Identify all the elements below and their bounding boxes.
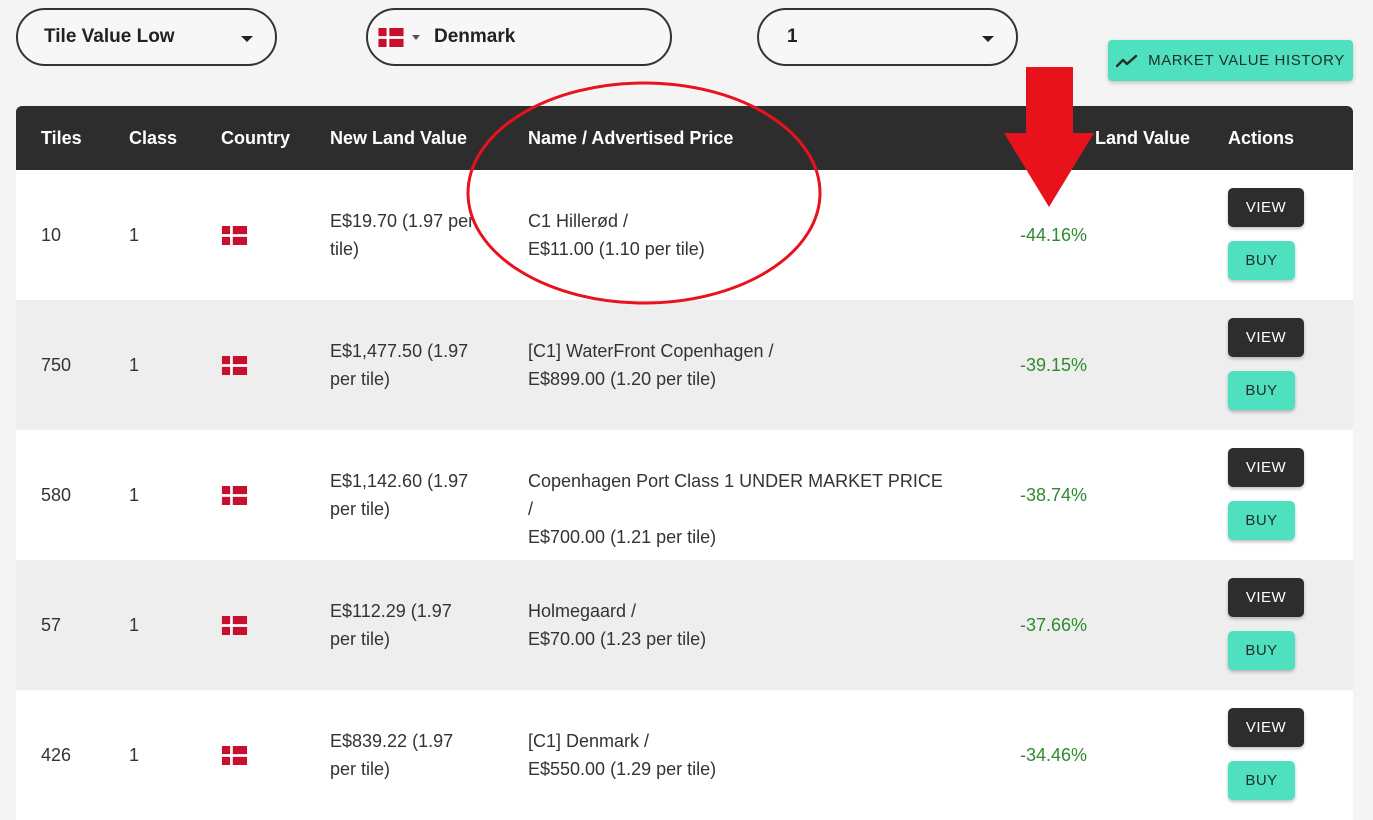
header-land-value-diff[interactable]: Land Value: [1095, 128, 1190, 149]
cell-name-price: [C1] WaterFront Copenhagen / E$899.00 (1.…: [528, 337, 948, 393]
cell-class: 1: [129, 745, 140, 765]
cell-tiles: 426: [41, 745, 72, 765]
trending-line-icon: [1116, 54, 1138, 67]
cell-class: 1: [129, 355, 140, 375]
sort-select[interactable]: Tile Value Low: [16, 8, 277, 66]
class-select[interactable]: 1: [757, 8, 1018, 66]
denmark-flag-icon: [221, 746, 248, 765]
country-select-value: Denmark: [434, 26, 516, 47]
cell-land-value-diff: -38.74%: [1020, 485, 1088, 505]
market-value-history-label: MARKET VALUE HISTORY: [1148, 52, 1345, 69]
cell-name-price: Copenhagen Port Class 1 UNDER MARKET PRI…: [528, 467, 948, 551]
table-row: 580 1 E$1,142.60 (1.97 per tile) Copenhagen…: [16, 430, 1353, 560]
table-body: 10 1 E$19.70 (1.97 per tile) C1 Hillerød / E…: [16, 170, 1353, 820]
table-row: 750 1 E$1,477.50 (1.97 per tile) [C1] Water…: [16, 300, 1353, 430]
cell-new-land-value: E$839.22 (1.97 per tile): [330, 731, 454, 779]
listing-name: [C1] WaterFront Copenhagen /: [528, 341, 774, 361]
buy-button[interactable]: BUY: [1228, 241, 1295, 280]
listing-name: C1 Hillerød /: [528, 211, 629, 231]
denmark-flag-icon: [221, 486, 248, 505]
denmark-flag-icon: [221, 226, 248, 245]
chevron-down-icon: [412, 34, 420, 40]
cell-name-price: C1 Hillerød / E$11.00 (1.10 per tile): [528, 207, 948, 263]
view-button[interactable]: VIEW: [1228, 318, 1304, 357]
sort-select-value: Tile Value Low: [44, 26, 175, 47]
cell-tiles: 750: [41, 355, 72, 375]
buy-button[interactable]: BUY: [1228, 631, 1295, 670]
cell-land-value-diff: -34.46%: [1020, 745, 1088, 765]
cell-new-land-value: E$112.29 (1.97 per tile): [330, 601, 452, 649]
cell-new-land-value: E$1,477.50 (1.97 per tile): [330, 341, 469, 389]
cell-tiles: 580: [41, 485, 72, 505]
advertised-price: E$70.00 (1.23 per tile): [528, 629, 707, 649]
country-select[interactable]: Denmark: [366, 8, 672, 66]
market-value-history-button[interactable]: MARKET VALUE HISTORY: [1108, 40, 1353, 81]
table-row: 426 1 E$839.22 (1.97 per tile) [C1] Denmark…: [16, 690, 1353, 820]
chevron-down-icon: [982, 36, 994, 42]
view-button[interactable]: VIEW: [1228, 188, 1304, 227]
view-button[interactable]: VIEW: [1228, 708, 1304, 747]
listing-name: [C1] Denmark /: [528, 731, 650, 751]
cell-tiles: 57: [41, 615, 62, 635]
buy-button[interactable]: BUY: [1228, 501, 1295, 540]
table-row: 10 1 E$19.70 (1.97 per tile) C1 Hillerød / E…: [16, 170, 1353, 300]
cell-new-land-value: E$1,142.60 (1.97 per tile): [330, 471, 469, 519]
advertised-price: E$550.00 (1.29 per tile): [528, 759, 717, 779]
table-header: Tiles Class Country New Land Value Name …: [16, 106, 1353, 170]
cell-land-value-diff: -44.16%: [1020, 225, 1088, 245]
denmark-flag-icon: [221, 616, 248, 635]
cell-name-price: Holmegaard / E$70.00 (1.23 per tile): [528, 597, 948, 653]
cell-class: 1: [129, 615, 140, 635]
table-row: 57 1 E$112.29 (1.97 per tile) Holmegaard / E…: [16, 560, 1353, 690]
buy-button[interactable]: BUY: [1228, 761, 1295, 800]
header-country[interactable]: Country: [221, 128, 290, 149]
cell-class: 1: [129, 485, 140, 505]
buy-button[interactable]: BUY: [1228, 371, 1295, 410]
advertised-price: E$899.00 (1.20 per tile): [528, 369, 717, 389]
cell-land-value-diff: -39.15%: [1020, 355, 1088, 375]
header-class[interactable]: Class: [129, 128, 177, 149]
view-button[interactable]: VIEW: [1228, 448, 1304, 487]
cell-new-land-value: E$19.70 (1.97 per tile): [330, 211, 475, 259]
view-button[interactable]: VIEW: [1228, 578, 1304, 617]
class-select-value: 1: [787, 26, 798, 47]
listing-name: Copenhagen Port Class 1 UNDER MARKET PRI…: [528, 471, 943, 519]
header-name-price[interactable]: Name / Advertised Price: [528, 128, 733, 149]
cell-tiles: 10: [41, 225, 62, 245]
country-flag-picker[interactable]: [378, 27, 420, 47]
denmark-flag-icon: [378, 27, 404, 47]
listing-name: Holmegaard /: [528, 601, 637, 621]
cell-class: 1: [129, 225, 140, 245]
header-new-land-value[interactable]: New Land Value: [330, 128, 467, 149]
header-tiles[interactable]: Tiles: [41, 128, 82, 149]
advertised-price: E$700.00 (1.21 per tile): [528, 527, 717, 547]
chevron-down-icon: [241, 36, 253, 42]
cell-name-price: [C1] Denmark / E$550.00 (1.29 per tile): [528, 727, 948, 783]
advertised-price: E$11.00 (1.10 per tile): [528, 239, 705, 259]
cell-land-value-diff: -37.66%: [1020, 615, 1088, 635]
listings-table: Tiles Class Country New Land Value Name …: [16, 106, 1353, 820]
header-actions: Actions: [1228, 128, 1295, 148]
denmark-flag-icon: [221, 356, 248, 375]
